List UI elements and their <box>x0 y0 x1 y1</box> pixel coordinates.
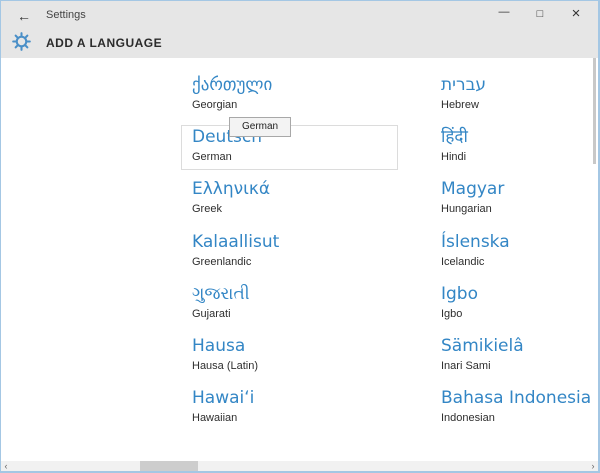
language-english-name: Gujarati <box>192 308 231 320</box>
language-native-name: Deutsch <box>192 127 262 147</box>
language-english-name: Greek <box>192 203 222 215</box>
vertical-scrollbar-thumb[interactable] <box>593 58 596 164</box>
language-english-name: Greenlandic <box>192 256 252 268</box>
language-item[interactable]: Igbo Igbo <box>441 284 598 330</box>
page-title: ADD A LANGUAGE <box>46 36 163 50</box>
close-button[interactable]: × <box>558 1 594 29</box>
language-english-name: Icelandic <box>441 256 485 268</box>
language-item[interactable]: עברית Hebrew <box>441 75 598 121</box>
language-native-name: Íslenska <box>441 232 510 252</box>
language-item[interactable]: Sämikielâ Inari Sami <box>441 336 598 382</box>
language-english-name: Inari Sami <box>441 360 491 372</box>
maximize-icon: □ <box>536 8 544 20</box>
horizontal-scrollbar[interactable]: ‹ › <box>1 461 598 471</box>
language-item[interactable]: Íslenska Icelandic <box>441 232 598 278</box>
language-item[interactable]: Bahasa Indonesia Indonesian <box>441 388 598 434</box>
minimize-button[interactable]: — <box>486 1 522 29</box>
tooltip: German <box>229 117 292 137</box>
scroll-right-arrow-icon[interactable]: › <box>588 461 598 471</box>
language-english-name: Hebrew <box>441 99 479 111</box>
window-title: Settings <box>46 9 86 21</box>
minimize-icon: — <box>498 6 510 18</box>
language-native-name: Ελληνικά <box>192 179 271 199</box>
gear-icon <box>12 32 31 51</box>
language-native-name: Hawaiʻi <box>192 388 255 408</box>
language-native-name: ગુજરાતી <box>192 284 250 304</box>
close-icon: × <box>571 5 581 22</box>
language-native-name: Hausa <box>192 336 246 356</box>
settings-window: ← Settings — □ × ADD A LANGUAGE ქართული … <box>0 0 600 473</box>
maximize-button[interactable]: □ <box>522 1 558 29</box>
language-english-name: German <box>192 151 232 163</box>
language-native-name: Igbo <box>441 284 478 304</box>
window-controls: — □ × <box>486 1 594 31</box>
language-item[interactable]: Magyar Hungarian <box>441 179 598 225</box>
language-item[interactable]: Hausa Hausa (Latin) <box>192 336 409 382</box>
language-english-name: Igbo <box>441 308 463 320</box>
page-header: ADD A LANGUAGE <box>1 31 598 58</box>
language-english-name: Hungarian <box>441 203 492 215</box>
language-item[interactable]: Ελληνικά Greek <box>192 179 409 225</box>
language-item-highlighted[interactable]: Deutsch German <box>192 127 409 173</box>
language-item[interactable]: Kalaallisut Greenlandic <box>192 232 409 278</box>
language-item[interactable]: ગુજરાતી Gujarati <box>192 284 409 330</box>
language-english-name: Indonesian <box>441 412 495 424</box>
back-icon: ← <box>17 8 31 24</box>
language-native-name: Bahasa Indonesia <box>441 388 592 408</box>
language-native-name: Sämikielâ <box>441 336 524 356</box>
back-button[interactable]: ← <box>11 4 37 28</box>
language-english-name: Hindi <box>441 151 467 163</box>
language-english-name: Georgian <box>192 99 238 111</box>
language-native-name: हिंदी <box>441 127 468 147</box>
language-native-name: ქართული <box>192 75 273 95</box>
language-item[interactable]: हिंदी Hindi <box>441 127 598 173</box>
language-english-name: Hausa (Latin) <box>192 360 259 372</box>
language-item[interactable]: ქართული Georgian <box>192 75 409 121</box>
language-english-name: Hawaiian <box>192 412 238 424</box>
language-native-name: עברית <box>441 75 487 95</box>
titlebar: ← Settings — □ × <box>1 1 598 31</box>
horizontal-scrollbar-thumb[interactable] <box>140 461 198 471</box>
language-native-name: Kalaallisut <box>192 232 280 252</box>
language-item[interactable]: Hawaiʻi Hawaiian <box>192 388 409 434</box>
language-native-name: Magyar <box>441 179 505 199</box>
scroll-left-arrow-icon[interactable]: ‹ <box>1 461 11 471</box>
